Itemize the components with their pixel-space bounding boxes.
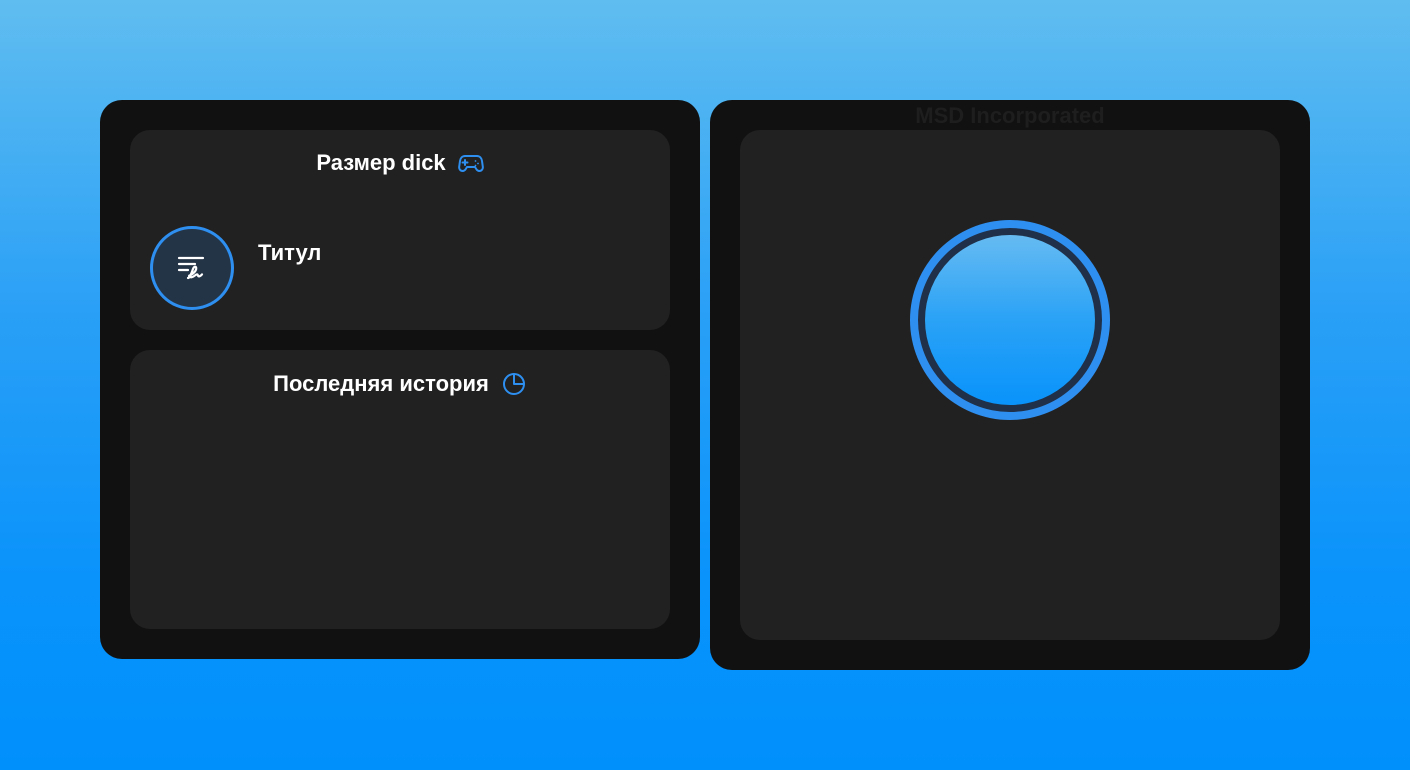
rank-label: Титул <box>258 240 322 265</box>
title-avatar <box>150 226 234 310</box>
size-card: Размер dick Титул <box>130 130 670 330</box>
gamepad-icon <box>457 155 484 172</box>
clicker-card <box>740 130 1280 640</box>
history-card-header: Последняя история <box>130 371 670 397</box>
click-button[interactable] <box>910 220 1110 420</box>
size-card-header: Размер dick <box>130 150 670 176</box>
signature-icon <box>177 256 205 280</box>
history-card: Последняя история <box>130 350 670 629</box>
left-panel: Размер dick Титул Последняя история <box>100 100 700 659</box>
size-card-title: Размер dick <box>316 150 446 175</box>
company-name: MSD Incorporated <box>915 103 1105 128</box>
right-panel: MSD Incorporated <box>710 100 1310 670</box>
click-button-face <box>925 235 1095 405</box>
history-card-title: Последняя история <box>273 371 489 396</box>
pie-chart-icon <box>502 373 525 395</box>
